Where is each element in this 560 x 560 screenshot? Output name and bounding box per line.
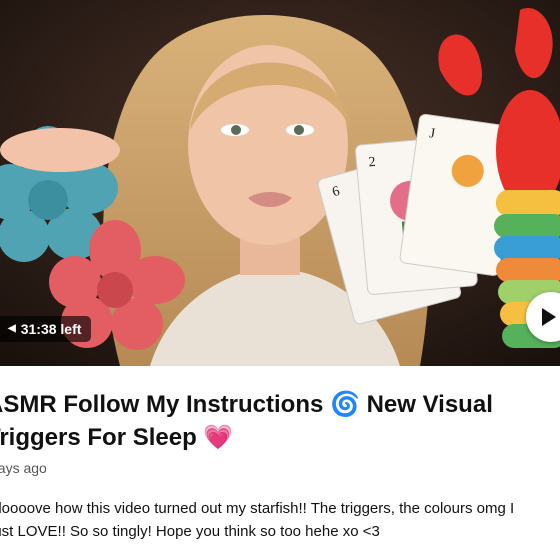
play-icon [542, 308, 556, 326]
spiral-emoji: 🌀 [330, 391, 360, 418]
heart-emoji: 💗 [203, 424, 234, 451]
video-description: I loooove how this video turned out my s… [0, 497, 560, 543]
description-line-2: just LOVE!! So so tingly! Hope you think… [0, 523, 380, 540]
thumbnail-image: 6 2 J [0, 0, 560, 366]
video-title[interactable]: ASMR Follow My Instructions 🌀 New Visual… [0, 388, 556, 454]
description-line-1: I loooove how this video turned out my s… [0, 500, 515, 517]
time-remaining-text: 31:38 left [20, 321, 82, 337]
title-line-1: ASMR Follow My Instructions 🌀 New Visual [0, 391, 493, 418]
speaker-icon: ◀ [8, 323, 16, 334]
title-line-2: Triggers For Sleep 💗 [0, 424, 234, 451]
video-thumbnail[interactable]: 6 2 J ◀ 31:38 left [0, 0, 560, 366]
post-age: days ago [0, 460, 47, 476]
time-remaining-badge: ◀ 31:38 left [0, 316, 92, 342]
svg-text:2: 2 [368, 155, 376, 171]
